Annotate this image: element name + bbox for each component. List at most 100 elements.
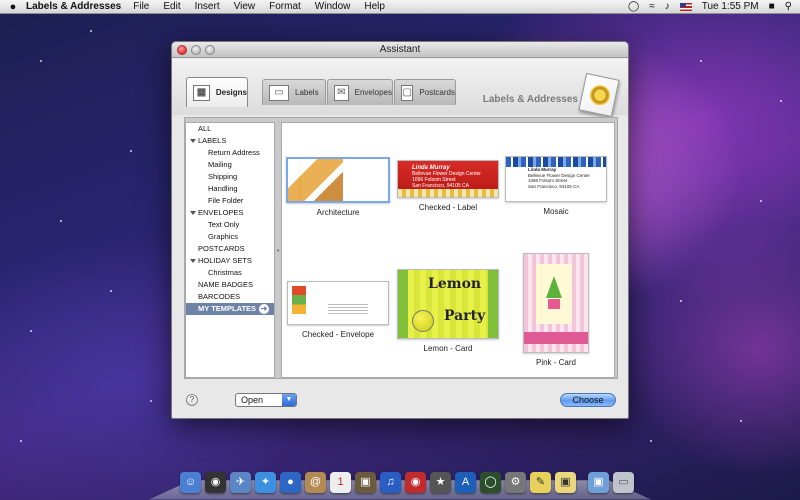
- designs-icon: ▦: [193, 84, 210, 101]
- envelopes-icon: ✉: [334, 84, 349, 101]
- tab-postcards[interactable]: ▢ Postcards: [394, 79, 456, 105]
- sidebar-item-graphics[interactable]: Graphics: [186, 231, 274, 243]
- sidebar-item-all[interactable]: ALL: [186, 123, 274, 135]
- labels-icon: ▭: [269, 84, 289, 101]
- menu-app-name[interactable]: Labels & Addresses: [26, 1, 121, 12]
- open-select-value: Open: [241, 395, 264, 405]
- minimize-window-button[interactable]: [191, 45, 201, 55]
- content-area: ALL LABELS Return Address Mailing Shippi…: [184, 117, 618, 379]
- category-toolbar: ▦ Designs ▭ Labels ✉ Envelopes ▢ Postcar…: [172, 59, 628, 118]
- sidebar-item-my-templates[interactable]: MY TEMPLATES ➜: [186, 303, 274, 315]
- labels-addresses-dock-icon[interactable]: ▣: [555, 472, 576, 493]
- tab-designs[interactable]: ▦ Designs: [186, 77, 248, 107]
- flower-pot-icon: [548, 299, 560, 309]
- sidebar-item-name-badges[interactable]: NAME BADGES: [186, 279, 274, 291]
- template-label: Pink - Card: [535, 358, 576, 367]
- menu-insert[interactable]: Insert: [195, 1, 220, 12]
- sidebar-item-file-folder[interactable]: File Folder: [186, 195, 274, 207]
- menu-format[interactable]: Format: [269, 1, 301, 12]
- sidebar-item-envelopes[interactable]: ENVELOPES: [186, 207, 274, 219]
- window-titlebar[interactable]: Assistant: [172, 42, 628, 58]
- menu-edit[interactable]: Edit: [163, 1, 180, 12]
- imovie-icon[interactable]: ★: [430, 472, 451, 493]
- template-thumbnail[interactable]: Linda Murray Bellevue Flower Design Cent…: [397, 160, 499, 198]
- template-grid: Architecture Linda Murray Bellevue Flowe…: [281, 122, 615, 378]
- dashboard-icon[interactable]: ◉: [205, 472, 226, 493]
- user-icon[interactable]: ■: [769, 1, 775, 12]
- disclosure-triangle-icon[interactable]: [190, 259, 196, 263]
- clock[interactable]: Tue 1:55 PM: [702, 1, 759, 12]
- menu-file[interactable]: File: [133, 1, 149, 12]
- input-source-flag-icon[interactable]: [679, 2, 692, 11]
- photo-booth-icon[interactable]: ◉: [405, 472, 426, 493]
- app-store-icon[interactable]: A: [455, 472, 476, 493]
- address-book-icon[interactable]: @: [305, 472, 326, 493]
- mail-icon[interactable]: ✈: [230, 472, 251, 493]
- tab-designs-label: Designs: [215, 88, 247, 97]
- sidebar-item-text-only[interactable]: Text Only: [186, 219, 274, 231]
- sidebar-item-mailing[interactable]: Mailing: [186, 159, 274, 171]
- template-mosaic[interactable]: Linda Murray Bellevue Flower Design Cent…: [504, 156, 608, 216]
- zoom-window-button[interactable]: [205, 45, 215, 55]
- brand-logo-icon: [578, 72, 620, 118]
- tab-envelopes[interactable]: ✉ Envelopes: [327, 79, 393, 105]
- menu-view[interactable]: View: [234, 1, 256, 12]
- apple-menu-icon[interactable]: ●: [0, 1, 26, 13]
- trash-icon[interactable]: ▭: [613, 472, 634, 493]
- menu-window[interactable]: Window: [315, 1, 351, 12]
- sidebar-item-barcodes[interactable]: BARCODES: [186, 291, 274, 303]
- time-machine-icon[interactable]: ◯: [628, 1, 639, 12]
- arrow-right-icon[interactable]: ➜: [259, 304, 269, 314]
- category-sidebar: ALL LABELS Return Address Mailing Shippi…: [185, 122, 275, 378]
- safari-icon[interactable]: ✦: [255, 472, 276, 493]
- finder-icon[interactable]: ☺: [180, 472, 201, 493]
- sidebar-item-shipping[interactable]: Shipping: [186, 171, 274, 183]
- template-checked-envelope[interactable]: Checked - Envelope: [286, 281, 390, 339]
- thumbnail-address: Linda Murray Bellevue Flower Design Cent…: [412, 165, 481, 189]
- template-label: Checked - Label: [418, 203, 478, 212]
- template-label: Architecture: [316, 208, 360, 217]
- itunes-icon[interactable]: ♫: [380, 472, 401, 493]
- choose-button[interactable]: Choose: [560, 393, 616, 407]
- template-thumbnail[interactable]: Lemon Party: [397, 269, 499, 339]
- sidebar-item-handling[interactable]: Handling: [186, 183, 274, 195]
- thumbnail-title: Lemon: [428, 276, 482, 292]
- disclosure-triangle-icon[interactable]: [190, 139, 196, 143]
- sidebar-item-labels[interactable]: LABELS: [186, 135, 274, 147]
- time-machine-dock-icon[interactable]: ◯: [480, 472, 501, 493]
- open-select[interactable]: Open ▼: [235, 393, 297, 407]
- iphoto-icon[interactable]: ▣: [355, 472, 376, 493]
- template-pink-card[interactable]: Pink - Card: [518, 253, 594, 367]
- template-thumbnail[interactable]: [523, 253, 589, 353]
- template-checked-label[interactable]: Linda Murray Bellevue Flower Design Cent…: [396, 160, 500, 212]
- applications-folder-icon[interactable]: ▣: [588, 472, 609, 493]
- sidebar-item-holiday-sets[interactable]: HOLIDAY SETS: [186, 255, 274, 267]
- tab-labels[interactable]: ▭ Labels: [262, 79, 326, 105]
- assistant-window: Assistant ▦ Designs ▭ Labels ✉ Envelopes…: [171, 41, 629, 419]
- disclosure-triangle-icon[interactable]: [190, 211, 196, 215]
- thumbnail-address: Linda Murray Bellevue Flower Design Cent…: [528, 167, 591, 189]
- help-button[interactable]: ?: [186, 394, 198, 406]
- ichat-icon[interactable]: ●: [280, 472, 301, 493]
- menu-help[interactable]: Help: [364, 1, 385, 12]
- thumbnail-subtitle: Party: [444, 308, 486, 324]
- template-label: Checked - Envelope: [301, 330, 375, 339]
- stickies-icon[interactable]: ✎: [530, 472, 551, 493]
- postcards-icon: ▢: [401, 84, 414, 101]
- template-thumbnail[interactable]: [286, 157, 390, 203]
- spotlight-search-icon[interactable]: ⚲: [785, 1, 792, 12]
- sidebar-item-return-address[interactable]: Return Address: [186, 147, 274, 159]
- ical-icon[interactable]: 1: [330, 472, 351, 493]
- close-window-button[interactable]: [177, 45, 187, 55]
- sidebar-item-postcards[interactable]: POSTCARDS: [186, 243, 274, 255]
- template-architecture[interactable]: Architecture: [286, 157, 390, 217]
- volume-icon[interactable]: ♪: [665, 1, 670, 12]
- sidebar-item-christmas[interactable]: Christmas: [186, 267, 274, 279]
- dock: ☺ ◉ ✈ ✦ ● @ 1 ▣ ♫ ◉ ★ A ◯ ⚙ ✎ ▣ ▣ ▭: [180, 465, 634, 493]
- template-thumbnail[interactable]: Linda Murray Bellevue Flower Design Cent…: [505, 156, 607, 202]
- template-lemon-card[interactable]: Lemon Party Lemon - Card: [396, 269, 500, 353]
- template-thumbnail[interactable]: [287, 281, 389, 325]
- chevron-down-icon[interactable]: ▼: [282, 394, 296, 406]
- system-preferences-icon[interactable]: ⚙: [505, 472, 526, 493]
- wifi-icon[interactable]: ≈: [649, 1, 655, 12]
